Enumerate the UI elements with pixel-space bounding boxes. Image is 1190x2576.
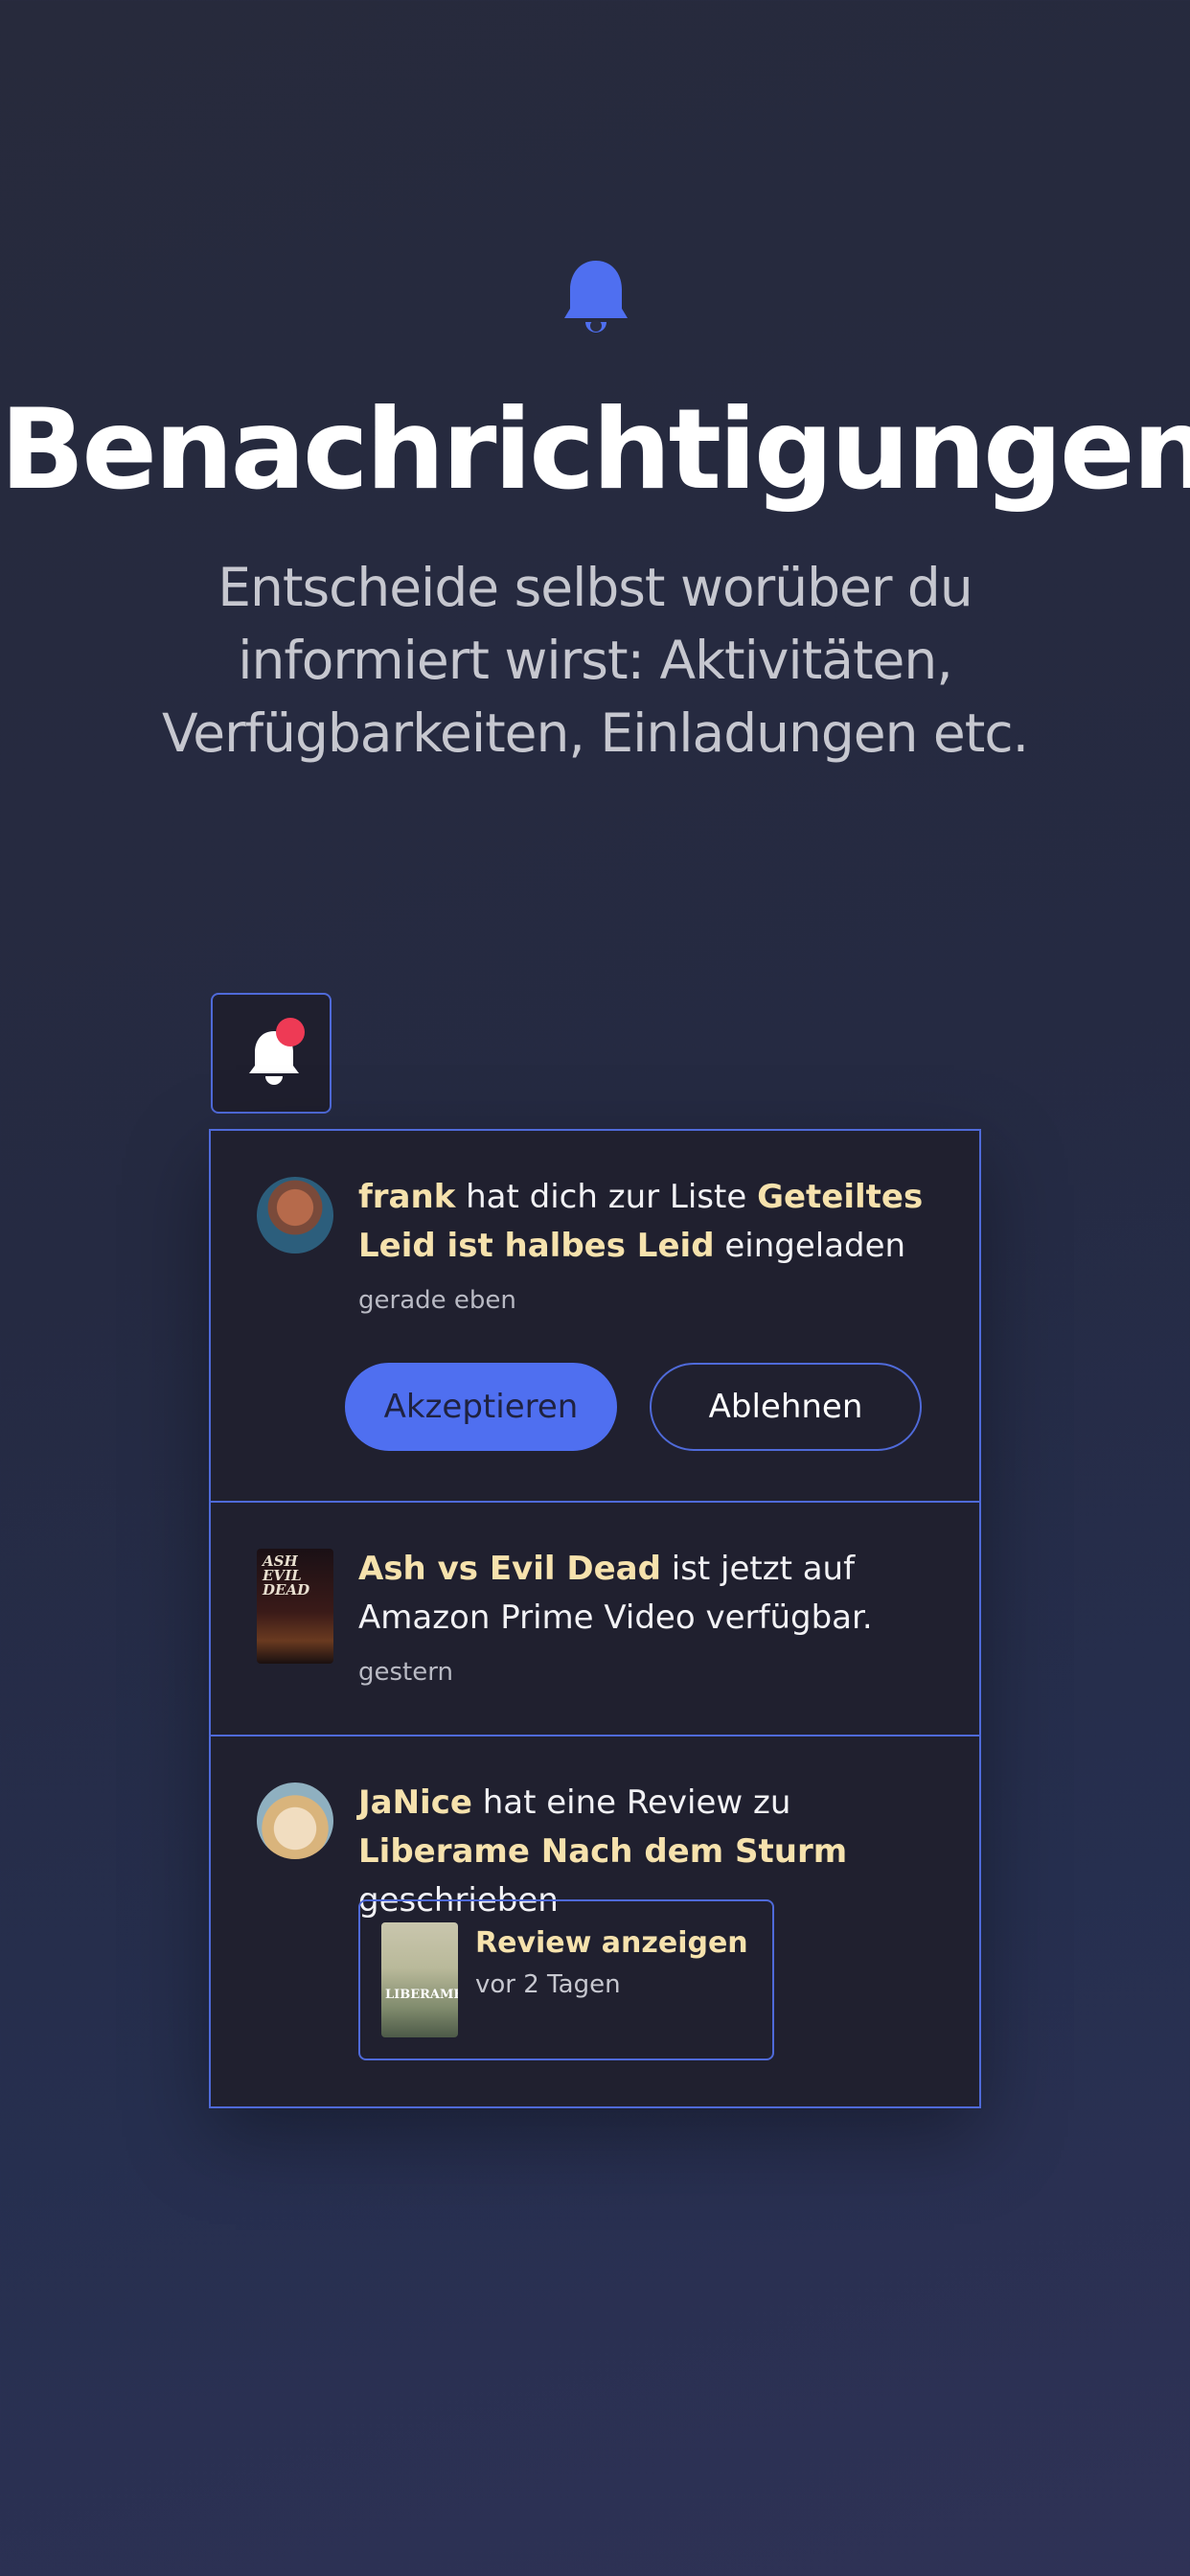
title-link[interactable]: Ash vs Evil Dead (358, 1550, 661, 1588)
poster-image: LIBERAME (381, 1922, 458, 2037)
notification-message: frank hat dich zur Liste Geteiltes Leid … (358, 1173, 952, 1271)
page-title: Benachrichtigungen (0, 385, 1190, 515)
accept-button[interactable]: Akzeptieren (345, 1363, 617, 1451)
notification-list-invite: frank hat dich zur Liste Geteiltes Leid … (211, 1131, 979, 1501)
review-card[interactable]: LIBERAME Review anzeigen vor 2 Tagen (358, 1899, 774, 2060)
notification-availability[interactable]: ASH EVIL DEAD Ash vs Evil Dead ist jetzt… (211, 1501, 979, 1735)
poster-image[interactable]: ASH EVIL DEAD (257, 1549, 333, 1664)
timestamp: gerade eben (358, 1286, 516, 1315)
bell-icon (564, 261, 628, 333)
notifications-panel: frank hat dich zur Liste Geteiltes Leid … (209, 1129, 981, 2108)
poster-text: LIBERAME (385, 1988, 458, 2002)
notification-review: JaNice hat eine Review zu Liberame Nach … (211, 1735, 979, 2106)
user-link[interactable]: frank (358, 1178, 455, 1216)
poster-text: ASH EVIL DEAD (263, 1552, 310, 1598)
timestamp: gestern (358, 1658, 453, 1687)
notification-message: Ash vs Evil Dead ist jetzt auf Amazon Pr… (358, 1545, 952, 1643)
notifications-bell-button[interactable] (211, 993, 332, 1114)
timestamp: vor 2 Tagen (475, 1970, 621, 1999)
page-subtitle: Entscheide selbst worüber du informiert … (161, 557, 1029, 764)
title-link[interactable]: Liberame Nach dem Sturm (358, 1832, 847, 1871)
message-text: hat eine Review zu (471, 1783, 791, 1822)
avatar[interactable] (257, 1177, 333, 1254)
avatar[interactable] (257, 1782, 333, 1859)
user-link[interactable]: JaNice (358, 1783, 472, 1822)
message-text: eingeladen (714, 1227, 906, 1265)
view-review-link[interactable]: Review anzeigen (475, 1926, 748, 1960)
message-text: hat dich zur Liste (455, 1178, 758, 1216)
unread-badge (276, 1018, 305, 1046)
decline-button[interactable]: Ablehnen (650, 1363, 922, 1451)
